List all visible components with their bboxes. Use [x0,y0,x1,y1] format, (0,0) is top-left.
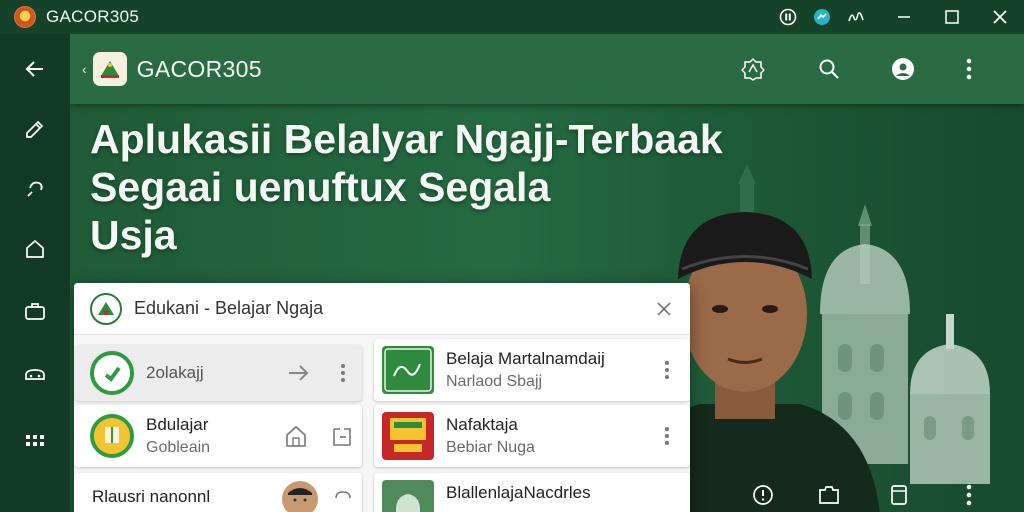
list-item-title: Bdulajar [146,415,209,434]
home-icon[interactable] [20,234,50,264]
apps-grid-icon[interactable] [20,426,50,456]
car-icon[interactable] [20,360,50,390]
list-item-left-3[interactable]: Rlausri nanonnl [74,473,362,512]
dialog-header: Edukani - Belajar Ngaja [74,283,690,335]
window-titlebar: GACOR305 [0,0,1024,34]
account-icon[interactable] [888,54,918,84]
house-icon[interactable] [284,423,308,449]
calligraphy-icon [382,346,434,394]
app-picker-dialog: Edukani - Belajar Ngaja 2olakajj Bdulaja… [74,283,690,512]
arrow-right-icon[interactable] [286,361,312,385]
hero-title-line2: Segaai uenuftux Segala [90,163,551,210]
avatar [282,481,318,512]
back-arrow-icon[interactable] [20,54,50,84]
messenger-icon[interactable] [812,7,832,27]
hero-title: Aplukasii Belalyar Ngajj-Terbaak Segaai … [90,116,790,260]
more-vert-icon[interactable] [954,54,984,84]
export-icon[interactable] [330,423,354,449]
list-item-right-2[interactable]: Nafaktaja Bebiar Nuga [374,405,690,467]
mosque-thumb-icon [382,480,434,512]
dialog-close-icon[interactable] [652,297,676,321]
quran-badge-icon [90,414,134,458]
collapse-chevron-icon[interactable]: ‹ [82,61,87,77]
dialog-title: Edukani - Belajar Ngaja [134,298,324,318]
list-item-title: Belaja Martalnamdaij [446,349,605,368]
minimize-icon[interactable] [880,0,928,34]
list-item-title: Rlausri nanonnl [92,487,211,506]
more-vert-icon[interactable] [658,424,676,448]
list-item-right-1[interactable]: Belaja Martalnamdaij Narlaod Sbajj [374,339,690,401]
refresh-circle-icon [90,351,134,395]
app-bar: ‹ GACOR305 [70,34,1024,104]
maximize-icon[interactable] [928,0,976,34]
search-icon[interactable] [814,54,844,84]
badge-icon[interactable] [738,54,768,84]
pencil-icon[interactable] [20,114,50,144]
list-item-title: BlallenlajaNacdrles [446,483,591,502]
main-content: ‹ GACOR305 Aplukasii Belalyar Ngajj-Terb… [70,34,1024,512]
tab-switch-icon[interactable] [816,482,842,508]
hero-title-line3: Usja [90,211,177,258]
book-cover-icon [382,412,434,460]
brand-logo-icon [92,52,127,86]
more-vert-icon[interactable] [658,358,676,382]
navigation-rail [0,34,70,512]
window-title: GACOR305 [46,7,140,26]
dialog-logo-icon [90,292,122,325]
close-icon[interactable] [976,0,1024,34]
list-item-subtitle: Bebiar Nuga [446,439,535,456]
list-item-title: 2olakajj [146,363,204,382]
more-vert-icon[interactable] [334,361,352,385]
pause-icon[interactable] [778,7,798,27]
list-item-left-2[interactable]: Bdulajar Gobleain [74,405,362,467]
list-item-title: Nafaktaja [446,415,518,434]
app-logo-icon [14,6,36,28]
list-item-right-3[interactable]: BlallenlajaNacdrles [374,473,690,512]
brand-name: GACOR305 [136,55,262,82]
list-item-subtitle: Gobleain [146,439,211,456]
hook-icon[interactable] [20,174,50,204]
info-circle-icon[interactable] [750,482,776,508]
signature-icon[interactable] [846,7,866,27]
hero-title-line1: Aplukasii Belalyar Ngajj-Terbaak [90,116,723,162]
list-item-left-1[interactable]: 2olakajj [74,345,362,401]
page-icon[interactable] [886,482,912,508]
repeat-icon[interactable] [332,487,354,509]
list-item-subtitle: Narlaod Sbajj [446,373,543,390]
briefcase-icon[interactable] [20,296,50,326]
more-vert-icon[interactable] [956,482,982,508]
